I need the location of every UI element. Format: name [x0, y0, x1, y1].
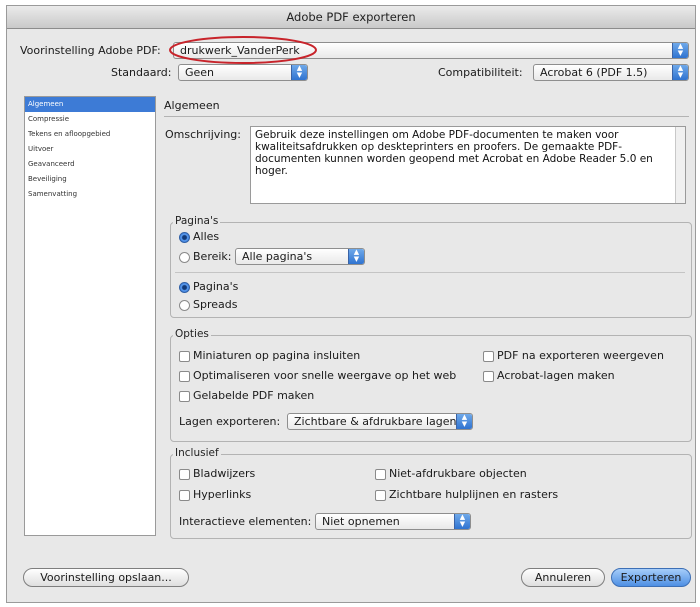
chevron-updown-icon: ▲ ▼ — [291, 65, 307, 80]
category-sidebar: Algemeen Compressie Tekens en afloopgebi… — [24, 96, 156, 536]
pages-range-value: Alle pagina's — [242, 250, 313, 263]
description-box[interactable]: Gebruik deze instellingen om Adobe PDF-d… — [250, 126, 686, 204]
window-title: Adobe PDF exporteren — [7, 6, 695, 29]
description-scrollbar[interactable] — [675, 127, 685, 203]
interactive-select[interactable]: Niet opnemen ▲ ▼ — [315, 513, 471, 530]
guides-label: Zichtbare hulplijnen en rasters — [389, 488, 559, 501]
bookmarks-label: Bladwijzers — [193, 467, 256, 480]
highlight-ellipse — [169, 36, 317, 64]
compat-value: Acrobat 6 (PDF 1.5) — [540, 66, 648, 79]
sidebar-item-marks-bleeds[interactable]: Tekens en afloopgebied — [25, 127, 155, 142]
description-text: Gebruik deze instellingen om Adobe PDF-d… — [255, 129, 653, 177]
tagged-pdf-checkbox[interactable] — [179, 391, 190, 402]
export-layers-value: Zichtbare & afdrukbare lagen — [294, 415, 457, 428]
pages-pages-label: Pagina's — [193, 280, 239, 293]
pages-range-label: Bereik: — [193, 250, 232, 263]
nonprinting-label: Niet-afdrukbare objecten — [389, 467, 527, 480]
pages-range-radio[interactable] — [179, 252, 190, 263]
tagged-pdf-label: Gelabelde PDF maken — [193, 389, 315, 402]
export-layers-select[interactable]: Zichtbare & afdrukbare lagen ▲ ▼ — [287, 413, 473, 430]
chevron-updown-icon: ▲ ▼ — [454, 514, 470, 529]
interactive-value: Niet opnemen — [322, 515, 400, 528]
section-divider — [164, 116, 689, 117]
preset-label: Voorinstelling Adobe PDF: — [20, 44, 161, 57]
pages-spreads-radio[interactable] — [179, 300, 190, 311]
embed-thumbnails-label: Miniaturen op pagina insluiten — [193, 349, 361, 362]
hyperlinks-label: Hyperlinks — [193, 488, 252, 501]
standard-value: Geen — [185, 66, 215, 79]
cancel-button[interactable]: Annuleren — [521, 568, 605, 587]
pages-divider — [175, 272, 685, 273]
sidebar-item-security[interactable]: Beveiliging — [25, 172, 155, 187]
pages-group-title: Pagina's — [173, 215, 221, 227]
sidebar-item-advanced[interactable]: Geavanceerd — [25, 157, 155, 172]
standard-label: Standaard: — [111, 66, 172, 79]
pages-group — [170, 222, 692, 318]
include-group-title: Inclusief — [173, 447, 221, 459]
sidebar-item-general[interactable]: Algemeen — [25, 97, 155, 112]
sidebar-item-output[interactable]: Uitvoer — [25, 142, 155, 157]
standard-select[interactable]: Geen ▲ ▼ — [178, 64, 308, 81]
pages-pages-radio[interactable] — [179, 282, 190, 293]
chevron-updown-icon: ▲ ▼ — [672, 65, 688, 80]
description-label: Omschrijving: — [165, 128, 241, 141]
sidebar-item-compression[interactable]: Compressie — [25, 112, 155, 127]
options-group-title: Opties — [173, 328, 211, 340]
interactive-label: Interactieve elementen: — [179, 515, 312, 528]
section-title: Algemeen — [164, 99, 220, 112]
pages-spreads-label: Spreads — [193, 298, 238, 311]
compat-select[interactable]: Acrobat 6 (PDF 1.5) ▲ ▼ — [533, 64, 689, 81]
sidebar-item-summary[interactable]: Samenvatting — [25, 187, 155, 202]
acrobat-layers-checkbox[interactable] — [483, 371, 494, 382]
export-layers-label: Lagen exporteren: — [179, 415, 281, 428]
chevron-updown-icon: ▲ ▼ — [456, 414, 472, 429]
optimize-web-checkbox[interactable] — [179, 371, 190, 382]
export-dialog: Adobe PDF exporteren Voorinstelling Adob… — [6, 5, 696, 603]
pages-range-select[interactable]: Alle pagina's ▲ ▼ — [235, 248, 365, 265]
acrobat-layers-label: Acrobat-lagen maken — [497, 369, 615, 382]
guides-checkbox[interactable] — [375, 490, 386, 501]
view-after-export-label: PDF na exporteren weergeven — [497, 349, 664, 362]
hyperlinks-checkbox[interactable] — [179, 490, 190, 501]
pages-all-radio[interactable] — [179, 232, 190, 243]
export-button[interactable]: Exporteren — [611, 568, 691, 587]
optimize-web-label: Optimaliseren voor snelle weergave op he… — [193, 369, 457, 382]
save-preset-button[interactable]: Voorinstelling opslaan... — [23, 568, 189, 587]
chevron-updown-icon: ▲ ▼ — [348, 249, 364, 264]
compat-label: Compatibiliteit: — [438, 66, 523, 79]
nonprinting-checkbox[interactable] — [375, 469, 386, 480]
bookmarks-checkbox[interactable] — [179, 469, 190, 480]
view-after-export-checkbox[interactable] — [483, 351, 494, 362]
pages-all-label: Alles — [193, 230, 220, 243]
embed-thumbnails-checkbox[interactable] — [179, 351, 190, 362]
chevron-updown-icon: ▲ ▼ — [672, 43, 688, 58]
